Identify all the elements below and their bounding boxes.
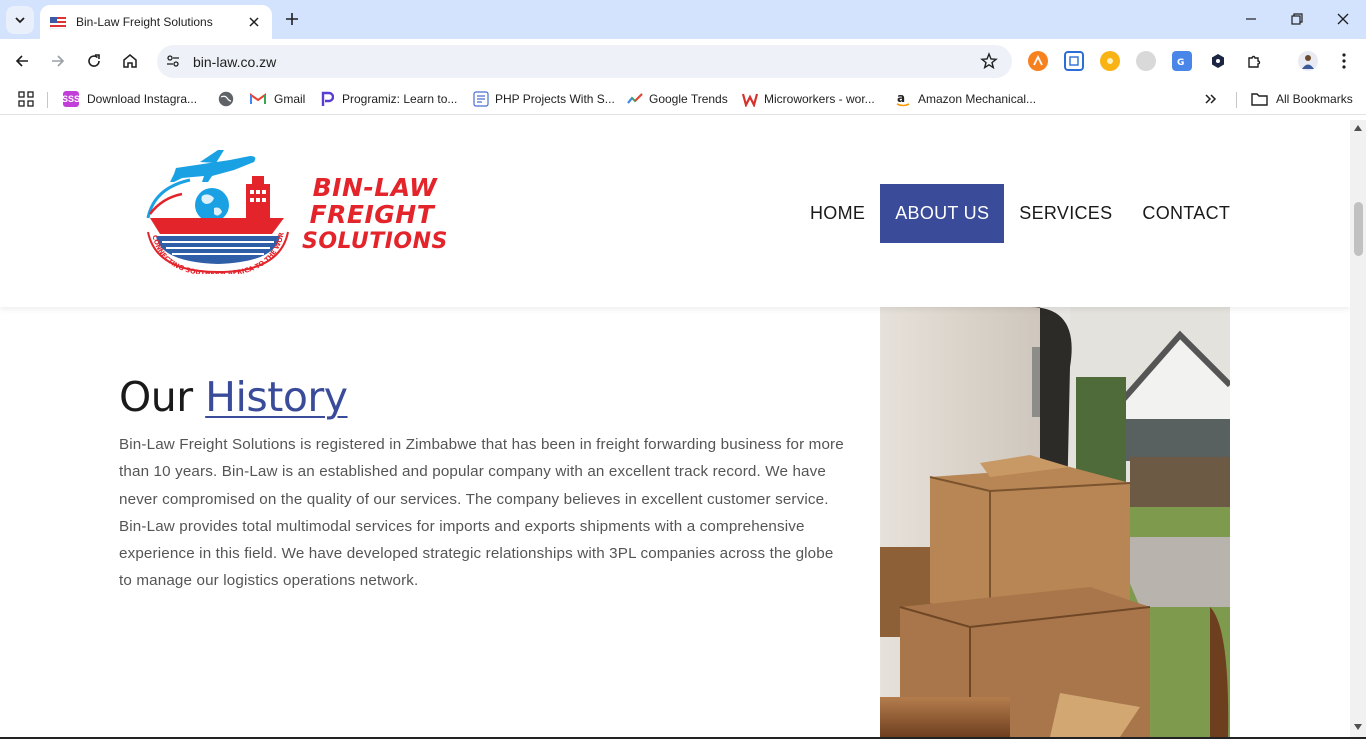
trends-icon	[627, 93, 643, 104]
bookmarks-divider	[47, 92, 48, 108]
close-window-button[interactable]	[1320, 0, 1366, 38]
bookmark-amazon[interactable]: a Amazon Mechanical...	[896, 90, 1036, 108]
apps-grid-icon[interactable]	[18, 90, 34, 108]
sss-icon: SSS	[62, 91, 80, 107]
more-bookmarks-chevron-icon[interactable]	[1204, 90, 1218, 108]
bookmark-label: Programiz: Learn to...	[342, 92, 458, 106]
nav-about-us[interactable]: ABOUT US	[880, 184, 1005, 243]
gmail-icon	[250, 93, 266, 104]
extension-screenshot-icon[interactable]	[1064, 51, 1084, 71]
bookmark-gmail[interactable]: Gmail	[250, 90, 305, 108]
history-heading: Our History	[119, 373, 348, 421]
scroll-thumb[interactable]	[1354, 202, 1363, 256]
programiz-icon	[321, 91, 334, 106]
history-section: Our History Bin-Law Freight Solutions is…	[0, 307, 1350, 737]
boxes-photo	[880, 307, 1230, 737]
logo-wordmark: BIN-LAW FREIGHT SOLUTIONS	[292, 174, 448, 255]
bookmark-microworkers[interactable]: Microworkers - wor...	[742, 90, 875, 108]
forward-button[interactable]	[44, 47, 72, 75]
bookmark-label: Google Trends	[649, 92, 728, 106]
translate-icon[interactable]: G	[1172, 51, 1192, 71]
bookmark-star-icon[interactable]	[980, 52, 998, 70]
tab-strip: Bin-Law Freight Solutions	[0, 0, 1366, 39]
tab-search-button[interactable]	[6, 6, 34, 34]
restore-icon	[1291, 13, 1303, 25]
extension-gray-icon[interactable]	[1136, 51, 1156, 71]
site-settings-icon[interactable]	[164, 52, 182, 70]
nav-contact[interactable]: CONTACT	[1127, 184, 1245, 243]
bookmark-label: Download Instagra...	[87, 92, 198, 106]
bookmarks-divider	[1236, 92, 1237, 108]
globe-icon	[218, 91, 234, 107]
back-button[interactable]	[8, 47, 36, 75]
reload-button[interactable]	[80, 47, 108, 75]
arrow-left-icon	[15, 55, 28, 67]
company-logo[interactable]: BIN-LAW FREIGHT SOLUTIONS CONNECTING SOU…	[142, 148, 447, 274]
profile-avatar[interactable]	[1298, 51, 1318, 71]
history-paragraph: Bin-Law Freight Solutions is registered …	[119, 436, 844, 590]
bookmark-programiz[interactable]: Programiz: Learn to...	[320, 90, 457, 108]
logo-line-2: FREIGHT	[309, 200, 435, 229]
chevron-down-icon	[15, 17, 25, 24]
extensions-puzzle-icon[interactable]	[1245, 51, 1265, 71]
heading-accent-link[interactable]: History	[205, 373, 348, 421]
nav-home[interactable]: HOME	[795, 184, 880, 243]
close-icon	[1337, 13, 1349, 25]
extension-a-icon[interactable]	[1028, 51, 1048, 71]
bookmark-google-trends[interactable]: Google Trends	[627, 90, 728, 108]
logo-line-3: SOLUTIONS	[302, 229, 448, 254]
bookmark-label: Gmail	[274, 92, 306, 106]
main-nav: HOME ABOUT US SERVICES CONTACT	[795, 184, 1245, 243]
all-bookmarks-folder[interactable]: All Bookmarks	[1251, 90, 1353, 108]
arrow-right-icon	[52, 55, 65, 67]
svg-text:a: a	[897, 91, 905, 105]
bookmark-label: Amazon Mechanical...	[918, 92, 1037, 106]
restore-button[interactable]	[1274, 0, 1320, 38]
browser-tab[interactable]: Bin-Law Freight Solutions	[40, 5, 272, 39]
amazon-icon: a	[896, 91, 910, 107]
bookmark-php-projects[interactable]: PHP Projects With S...	[473, 90, 615, 108]
php-icon	[473, 91, 489, 107]
all-bookmarks-label: All Bookmarks	[1276, 92, 1353, 106]
svg-text:G: G	[1177, 58, 1184, 67]
new-tab-button[interactable]	[282, 9, 302, 29]
scroll-up-icon[interactable]	[1354, 124, 1362, 132]
extension-hex-icon[interactable]	[1208, 51, 1228, 71]
logo-tagline: CONNECTING SOUTHERN AFRICA TO THE WORLD	[142, 148, 286, 274]
page-scrollbar[interactable]	[1350, 120, 1366, 737]
bookmark-globe[interactable]	[218, 90, 234, 108]
scroll-down-icon[interactable]	[1354, 723, 1362, 731]
home-icon	[123, 54, 137, 68]
bookmark-download-instagram[interactable]: SSS Download Instagra...	[62, 90, 198, 108]
folder-icon	[1251, 93, 1268, 106]
minimize-button[interactable]	[1228, 0, 1274, 38]
bookmark-label: Microworkers - wor...	[764, 92, 875, 106]
svg-text:CONNECTING SOUTHERN AFRICA TO: CONNECTING SOUTHERN AFRICA TO THE WORLD	[142, 148, 286, 274]
browser-toolbar: bin-law.co.zw G	[0, 39, 1366, 84]
menu-kebab-icon[interactable]	[1334, 51, 1354, 71]
page-viewport: BIN-LAW FREIGHT SOLUTIONS CONNECTING SOU…	[0, 120, 1350, 737]
tab-title: Bin-Law Freight Solutions	[76, 15, 213, 29]
site-header: BIN-LAW FREIGHT SOLUTIONS CONNECTING SOU…	[0, 120, 1350, 307]
address-bar[interactable]: bin-law.co.zw	[157, 45, 1012, 78]
plus-icon	[286, 13, 298, 25]
heading-plain: Our	[119, 373, 193, 421]
extension-sun-icon[interactable]	[1100, 51, 1120, 71]
microworkers-icon	[742, 93, 758, 107]
logo-line-1: BIN-LAW	[312, 173, 438, 202]
bookmarks-bar: SSS Download Instagra... Gmail Programiz…	[0, 84, 1366, 115]
nav-services[interactable]: SERVICES	[1004, 184, 1127, 243]
url-text[interactable]: bin-law.co.zw	[193, 54, 276, 70]
close-tab-icon[interactable]	[246, 14, 262, 30]
flag-icon	[49, 16, 67, 30]
minimize-icon	[1246, 18, 1256, 20]
reload-icon	[88, 54, 100, 67]
home-button[interactable]	[116, 47, 144, 75]
bookmark-label: PHP Projects With S...	[495, 92, 615, 106]
